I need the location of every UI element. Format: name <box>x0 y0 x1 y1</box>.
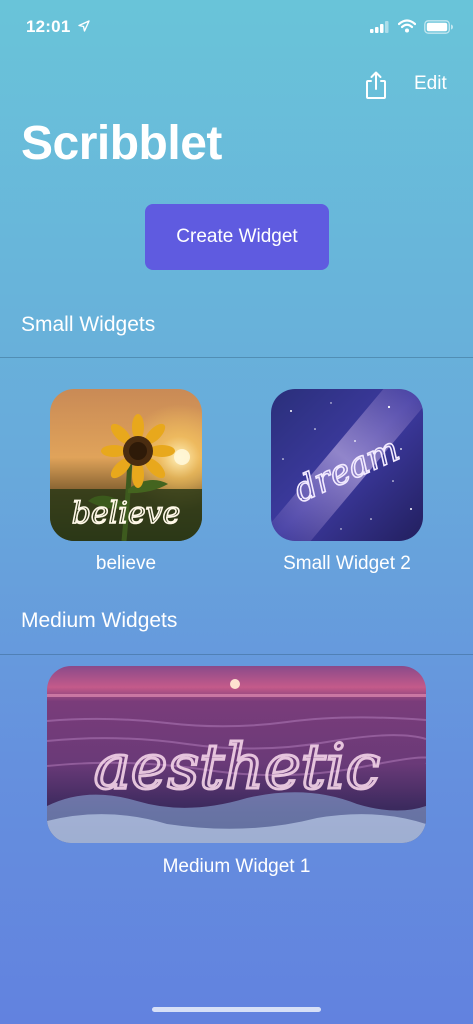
wifi-icon <box>398 19 416 33</box>
create-widget-button[interactable]: Create Widget <box>145 204 329 270</box>
medium-widgets-heading: Medium Widgets <box>21 609 178 632</box>
home-indicator[interactable] <box>152 1007 321 1012</box>
status-bar: 12:01 <box>0 0 473 48</box>
medium-widget-thumbnail-aesthetic[interactable]: aesthetic <box>47 666 426 843</box>
status-time: 12:01 <box>26 17 71 36</box>
battery-icon <box>424 20 453 34</box>
page-title: Scribblet <box>21 117 222 170</box>
ocean-sunset-image: aesthetic <box>47 666 426 843</box>
cellular-signal-icon <box>370 21 389 33</box>
sunflower-image: believe <box>50 389 202 541</box>
small-widget-label-2: Small Widget 2 <box>283 553 411 574</box>
medium-widgets-divider <box>0 654 473 655</box>
small-widget-thumbnail-dream[interactable]: dream <box>271 389 423 541</box>
small-widget-thumbnail-believe[interactable]: believe <box>50 389 202 541</box>
scribble-text-aesthetic: aesthetic <box>94 730 380 803</box>
scribble-text-believe: believe <box>72 496 181 531</box>
medium-widget-label-1: Medium Widget 1 <box>162 856 311 877</box>
location-arrow-icon <box>78 20 90 32</box>
edit-button[interactable]: Edit <box>414 73 447 95</box>
small-widget-label-1: believe <box>95 553 157 574</box>
share-icon[interactable] <box>363 70 389 100</box>
small-widgets-divider <box>0 357 473 358</box>
create-widget-button-label: Create Widget <box>176 226 298 247</box>
milky-way-image: dream <box>271 389 423 541</box>
small-widgets-heading: Small Widgets <box>21 313 156 336</box>
